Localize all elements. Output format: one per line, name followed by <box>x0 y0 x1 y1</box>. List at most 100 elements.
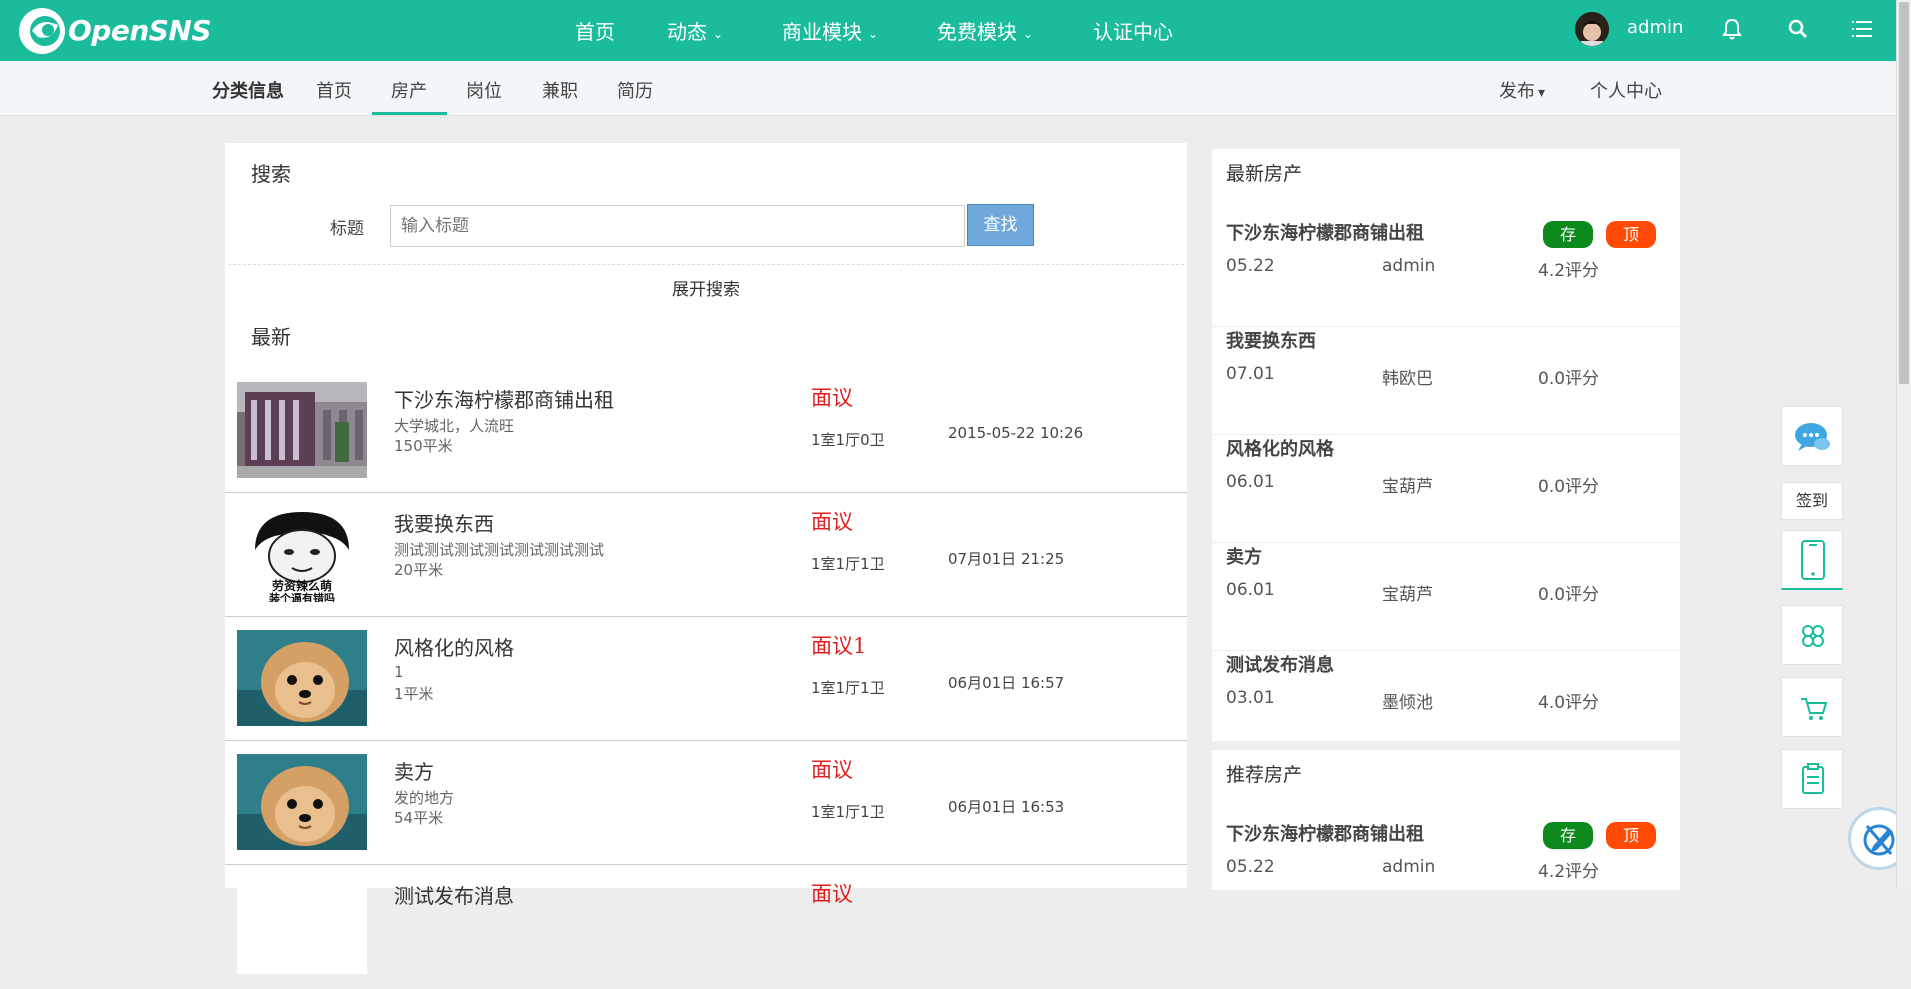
search-icon[interactable] <box>1785 16 1811 42</box>
sub-navbar: 分类信息 首页 房产 岗位 兼职 简历 发布 ▾ 个人中心 <box>0 61 1911 116</box>
subnav-item-parttime[interactable]: 兼职 <box>542 77 578 103</box>
item-area: 1平米 <box>394 685 434 703</box>
side-item-user[interactable]: 墨倾池 <box>1382 688 1433 713</box>
item-title[interactable]: 测试发布消息 <box>394 880 514 909</box>
title-label: 标题 <box>330 219 364 239</box>
list-item[interactable]: 风格化的风格 1 1平米 面议1 1室1厅1卫 06月01日 16:57 <box>225 617 1187 741</box>
grid-icon <box>1802 625 1824 647</box>
item-date: 2015-05-22 10:26 <box>948 424 1084 442</box>
signin-button[interactable]: 签到 <box>1781 482 1843 520</box>
side-latest-heading: 最新房产 <box>1226 163 1303 185</box>
item-description: 测试测试测试测试测试测试测试 <box>394 541 605 559</box>
side-list-item[interactable]: 风格化的风格 06.01 宝葫芦 0.0评分 <box>1212 435 1680 543</box>
side-item-title[interactable]: 卖方 <box>1226 543 1262 569</box>
side-item-title[interactable]: 下沙东海柠檬郡商铺出租 <box>1226 219 1424 245</box>
list-item[interactable]: 劳资辣么萌 装个逼有错吗 我要换东西 测试测试测试测试测试测试测试 20平米 面… <box>225 493 1187 617</box>
side-item-user[interactable]: admin <box>1382 857 1435 877</box>
item-description: 大学城北，人流旺 <box>394 417 515 435</box>
avatar[interactable] <box>1575 12 1609 46</box>
side-list-item[interactable]: 下沙东海柠檬郡商铺出租 存 顶 05.22 admin 4.2评分 <box>1212 820 1680 928</box>
list-item[interactable]: 测试发布消息 面议 <box>225 865 1187 989</box>
item-date: 06月01日 16:57 <box>948 674 1065 692</box>
top-navbar: OpenSNS 首页 动态 ⌄ 商业模块 ⌄ 免费模块 ⌄ 认证中心 admin <box>0 0 1911 61</box>
item-price: 面议 <box>811 510 853 534</box>
notes-button[interactable] <box>1781 749 1843 809</box>
side-item-score: 0.0评分 <box>1538 477 1600 497</box>
nav-free[interactable]: 免费模块 ⌄ <box>937 16 1033 45</box>
side-item-title[interactable]: 测试发布消息 <box>1226 651 1334 677</box>
apps-button[interactable] <box>1781 605 1843 665</box>
logo-text: OpenSNS <box>68 13 212 47</box>
list-item[interactable]: 卖方 发的地方 54平米 面议 1室1厅1卫 06月01日 16:53 <box>225 741 1187 865</box>
nav-dynamic[interactable]: 动态 ⌄ <box>667 16 723 45</box>
recommend-house-panel: 推荐房产 下沙东海柠檬郡商铺出租 存 顶 05.22 admin 4.2评分 <box>1212 750 1680 890</box>
user-name[interactable]: admin <box>1627 17 1683 38</box>
subnav-item-house[interactable]: 房产 <box>391 77 427 103</box>
side-item-title[interactable]: 风格化的风格 <box>1226 435 1334 461</box>
personal-center-link[interactable]: 个人中心 <box>1590 77 1662 103</box>
subnav-item-jobs[interactable]: 岗位 <box>466 77 502 103</box>
logo[interactable]: OpenSNS <box>12 4 212 56</box>
subnav-brand[interactable]: 分类信息 <box>212 77 284 103</box>
chevron-down-icon: ⌄ <box>1023 26 1034 41</box>
side-item-user[interactable]: 宝葫芦 <box>1382 472 1433 497</box>
item-title[interactable]: 卖方 <box>394 756 434 785</box>
save-badge: 存 <box>1543 822 1593 849</box>
main-panel: 搜索 标题 查找 展开搜索 最新 下沙东海柠檬郡商铺出租 大学城北，人流旺 15… <box>225 143 1187 974</box>
side-list-item[interactable]: 下沙东海柠檬郡商铺出租 存 顶 05.22 admin 4.2评分 <box>1212 219 1680 327</box>
item-price: 面议 <box>811 882 853 906</box>
meme-image[interactable] <box>237 878 367 974</box>
nav-business[interactable]: 商业模块 ⌄ <box>782 16 878 45</box>
item-title[interactable]: 下沙东海柠檬郡商铺出租 <box>394 384 614 413</box>
side-item-score: 4.2评分 <box>1538 261 1600 281</box>
side-list-item[interactable]: 测试发布消息 03.01 墨倾池 4.0评分 <box>1212 651 1680 759</box>
side-item-date: 03.01 <box>1226 688 1275 708</box>
expand-search-link[interactable]: 展开搜索 <box>225 275 1187 300</box>
side-item-user[interactable]: 宝葫芦 <box>1382 580 1433 605</box>
chevron-down-icon: ⌄ <box>713 26 724 41</box>
title-search-input[interactable] <box>390 205 965 247</box>
clipboard-icon <box>1802 763 1824 794</box>
scrollbar-thumb[interactable] <box>1899 2 1909 384</box>
logo-mark-icon <box>19 8 65 54</box>
item-title[interactable]: 我要换东西 <box>394 508 494 537</box>
side-item-title[interactable]: 我要换东西 <box>1226 327 1316 353</box>
item-date: 07月01日 21:25 <box>948 550 1065 568</box>
side-item-title[interactable]: 下沙东海柠檬郡商铺出租 <box>1226 820 1424 846</box>
list-item[interactable]: 下沙东海柠檬郡商铺出租 大学城北，人流旺 150平米 面议 1室1厅0卫 201… <box>225 369 1187 493</box>
menu-icon[interactable] <box>1849 16 1875 42</box>
save-badge: 存 <box>1543 221 1593 248</box>
active-tab-indicator <box>372 112 447 115</box>
side-item-user[interactable]: 韩欧巴 <box>1382 364 1433 389</box>
subnav-item-resume[interactable]: 简历 <box>617 77 653 103</box>
side-recommend-heading: 推荐房产 <box>1226 764 1303 786</box>
caret-down-icon: ▾ <box>1538 85 1546 101</box>
item-price: 面议 <box>811 386 853 410</box>
cart-button[interactable] <box>1781 677 1843 737</box>
nav-certification[interactable]: 认证中心 <box>1093 16 1173 45</box>
search-button[interactable]: 查找 <box>967 204 1034 246</box>
chat-button[interactable] <box>1781 406 1843 466</box>
subnav-item-home[interactable]: 首页 <box>316 77 352 103</box>
chat-icon <box>1795 423 1830 451</box>
publish-dropdown[interactable]: 发布 ▾ <box>1499 77 1545 103</box>
item-title[interactable]: 风格化的风格 <box>394 632 514 661</box>
meme-caption-2: 装个逼有错吗 <box>268 591 335 602</box>
mobile-button[interactable] <box>1781 530 1843 590</box>
bell-icon[interactable] <box>1719 16 1745 42</box>
side-list-item[interactable]: 我要换东西 07.01 韩欧巴 0.0评分 <box>1212 327 1680 435</box>
meme-image[interactable]: 劳资辣么萌 装个逼有错吗 <box>237 506 367 602</box>
nav-home[interactable]: 首页 <box>575 16 615 45</box>
meme-caption-1: 劳资辣么萌 <box>272 578 332 593</box>
building-photo[interactable] <box>237 382 367 478</box>
side-item-date: 05.22 <box>1226 256 1275 276</box>
dog-photo[interactable] <box>237 754 367 850</box>
nav-home-label: 首页 <box>575 20 615 44</box>
side-item-score: 0.0评分 <box>1538 585 1600 605</box>
item-price: 面议1 <box>811 634 867 658</box>
divider <box>228 264 1184 265</box>
dog-photo[interactable] <box>237 630 367 726</box>
side-item-score: 4.0评分 <box>1538 693 1600 713</box>
side-list-item[interactable]: 卖方 06.01 宝葫芦 0.0评分 <box>1212 543 1680 651</box>
side-item-user[interactable]: admin <box>1382 256 1435 276</box>
